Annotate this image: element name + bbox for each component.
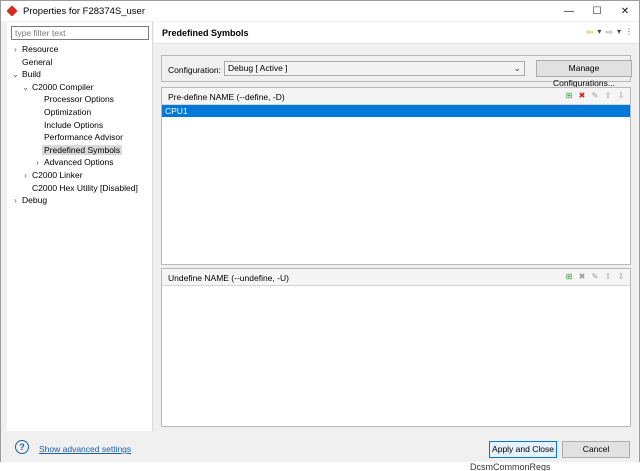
tree-item[interactable]: General (7, 56, 153, 69)
tree-item[interactable]: › Resource (7, 43, 153, 56)
back-arrow-icon[interactable]: ⇦ (586, 27, 594, 38)
tree-item-label: Optimization (44, 106, 92, 117)
tree-item[interactable]: Performance Advisor (7, 131, 153, 144)
undefine-header: Undefine NAME (--undefine, -U) ⊞ ✖ ✎ ⇧ ⇩ (162, 269, 630, 286)
tree-item-label: C2000 Hex Utility [Disabled] (32, 182, 138, 193)
edit-icon[interactable]: ✎ (590, 272, 600, 282)
predefine-title: Pre-define NAME (--define, -D) (168, 92, 285, 102)
forward-arrow-icon[interactable]: ⇨ (605, 27, 613, 38)
add-icon[interactable]: ⊞ (564, 272, 574, 282)
minimize-button[interactable]: — (555, 1, 583, 21)
properties-dialog: Properties for F28374S_user — ☐ ✕ type f… (0, 0, 640, 462)
apply-and-close-button[interactable]: Apply and Close (489, 441, 557, 458)
delete-icon[interactable]: ✖ (577, 91, 587, 101)
page-navigation: ⇦ ▾ ⇨ ▾ ⋮ (586, 27, 633, 38)
move-down-icon[interactable]: ⇩ (616, 272, 626, 282)
tree-item[interactable]: › Debug (7, 194, 153, 207)
move-up-icon[interactable]: ⇧ (603, 91, 613, 101)
tree-item[interactable]: › Advanced Options (7, 156, 153, 169)
predefine-panel: Pre-define NAME (--define, -D) ⊞ ✖ ✎ ⇧ ⇩… (161, 87, 631, 265)
tree-item-label: Performance Advisor (44, 132, 123, 143)
tree-item-label: Resource (22, 44, 59, 54)
tree-item[interactable]: ⌄ C2000 Compiler (7, 81, 153, 94)
move-down-icon[interactable]: ⇩ (616, 91, 626, 101)
background-peek-text: DcsmCommonRegs (470, 462, 551, 471)
tree-item-label: General (22, 56, 53, 67)
tree-item[interactable]: Include Options (7, 119, 153, 132)
chevron-right-icon[interactable]: › (11, 195, 20, 208)
configuration-group: Configuration: Debug [ Active ] ⌄ Manage… (161, 55, 632, 88)
add-icon[interactable]: ⊞ (564, 91, 574, 101)
tree-item-label: Debug (22, 195, 48, 206)
predefine-header: Pre-define NAME (--define, -D) ⊞ ✖ ✎ ⇧ ⇩ (162, 88, 630, 105)
tree-item-label: Include Options (44, 119, 104, 130)
undefine-panel: Undefine NAME (--undefine, -U) ⊞ ✖ ✎ ⇧ ⇩ (161, 268, 631, 427)
edit-icon[interactable]: ✎ (590, 91, 600, 101)
settings-pane: Predefined Symbols ⇦ ▾ ⇨ ▾ ⋮ Configurati… (154, 22, 639, 431)
tree-item-label: Advanced Options (44, 157, 114, 168)
page-title: Predefined Symbols (162, 28, 249, 38)
tree-item-label: Predefined Symbols (42, 144, 123, 155)
configuration-value: Debug [ Active ] (228, 63, 288, 73)
back-menu-icon[interactable]: ▾ (597, 27, 601, 38)
category-tree: › Resource General ⌄ Build ⌄ C2000 Compiler Pro… (7, 43, 153, 207)
tree-item[interactable]: Predefined Symbols (7, 144, 153, 157)
close-button[interactable]: ✕ (611, 1, 639, 21)
tree-item-label: C2000 Compiler (32, 81, 94, 92)
window-controls: — ☐ ✕ (555, 1, 639, 21)
app-icon (6, 5, 18, 17)
chevron-down-icon: ⌄ (513, 63, 521, 73)
tree-item[interactable]: Optimization (7, 106, 153, 119)
forward-menu-icon[interactable]: ▾ (617, 27, 621, 38)
list-item[interactable]: CPU1 (162, 105, 630, 117)
tree-item[interactable]: Processor Options (7, 93, 153, 106)
configuration-select[interactable]: Debug [ Active ] ⌄ (224, 61, 525, 76)
page-header: Predefined Symbols ⇦ ▾ ⇨ ▾ ⋮ (154, 22, 639, 44)
delete-icon[interactable]: ✖ (577, 272, 587, 282)
configuration-label: Configuration: (168, 65, 221, 75)
window-title: Properties for F28374S_user (23, 5, 145, 17)
tree-item[interactable]: ⌄ Build (7, 68, 153, 81)
cancel-button[interactable]: Cancel (562, 441, 630, 458)
manage-configurations-button[interactable]: Manage Configurations... (536, 60, 632, 88)
tree-item[interactable]: › C2000 Linker (7, 169, 153, 182)
move-up-icon[interactable]: ⇧ (603, 272, 613, 282)
title-bar[interactable]: Properties for F28374S_user — ☐ ✕ (1, 1, 639, 21)
predefine-list: CPU1 (162, 105, 630, 117)
show-advanced-settings-link[interactable]: Show advanced settings (39, 444, 131, 454)
tree-item-label: C2000 Linker (32, 169, 83, 180)
view-menu-icon[interactable]: ⋮ (625, 27, 633, 38)
button-bar: ? Show advanced settings Apply and Close… (1, 432, 639, 462)
tree-item[interactable]: C2000 Hex Utility [Disabled] (7, 182, 153, 195)
maximize-button[interactable]: ☐ (583, 1, 611, 21)
undefine-title: Undefine NAME (--undefine, -U) (168, 273, 289, 283)
tree-item-label: Processor Options (44, 94, 114, 105)
filter-input[interactable]: type filter text (11, 26, 149, 40)
help-icon[interactable]: ? (15, 440, 29, 454)
category-pane: type filter text › Resource General ⌄ Build ⌄… (7, 22, 153, 431)
predefine-toolbar: ⊞ ✖ ✎ ⇧ ⇩ (564, 91, 626, 101)
undefine-toolbar: ⊞ ✖ ✎ ⇧ ⇩ (564, 272, 626, 282)
tree-item-label: Build (22, 69, 41, 80)
